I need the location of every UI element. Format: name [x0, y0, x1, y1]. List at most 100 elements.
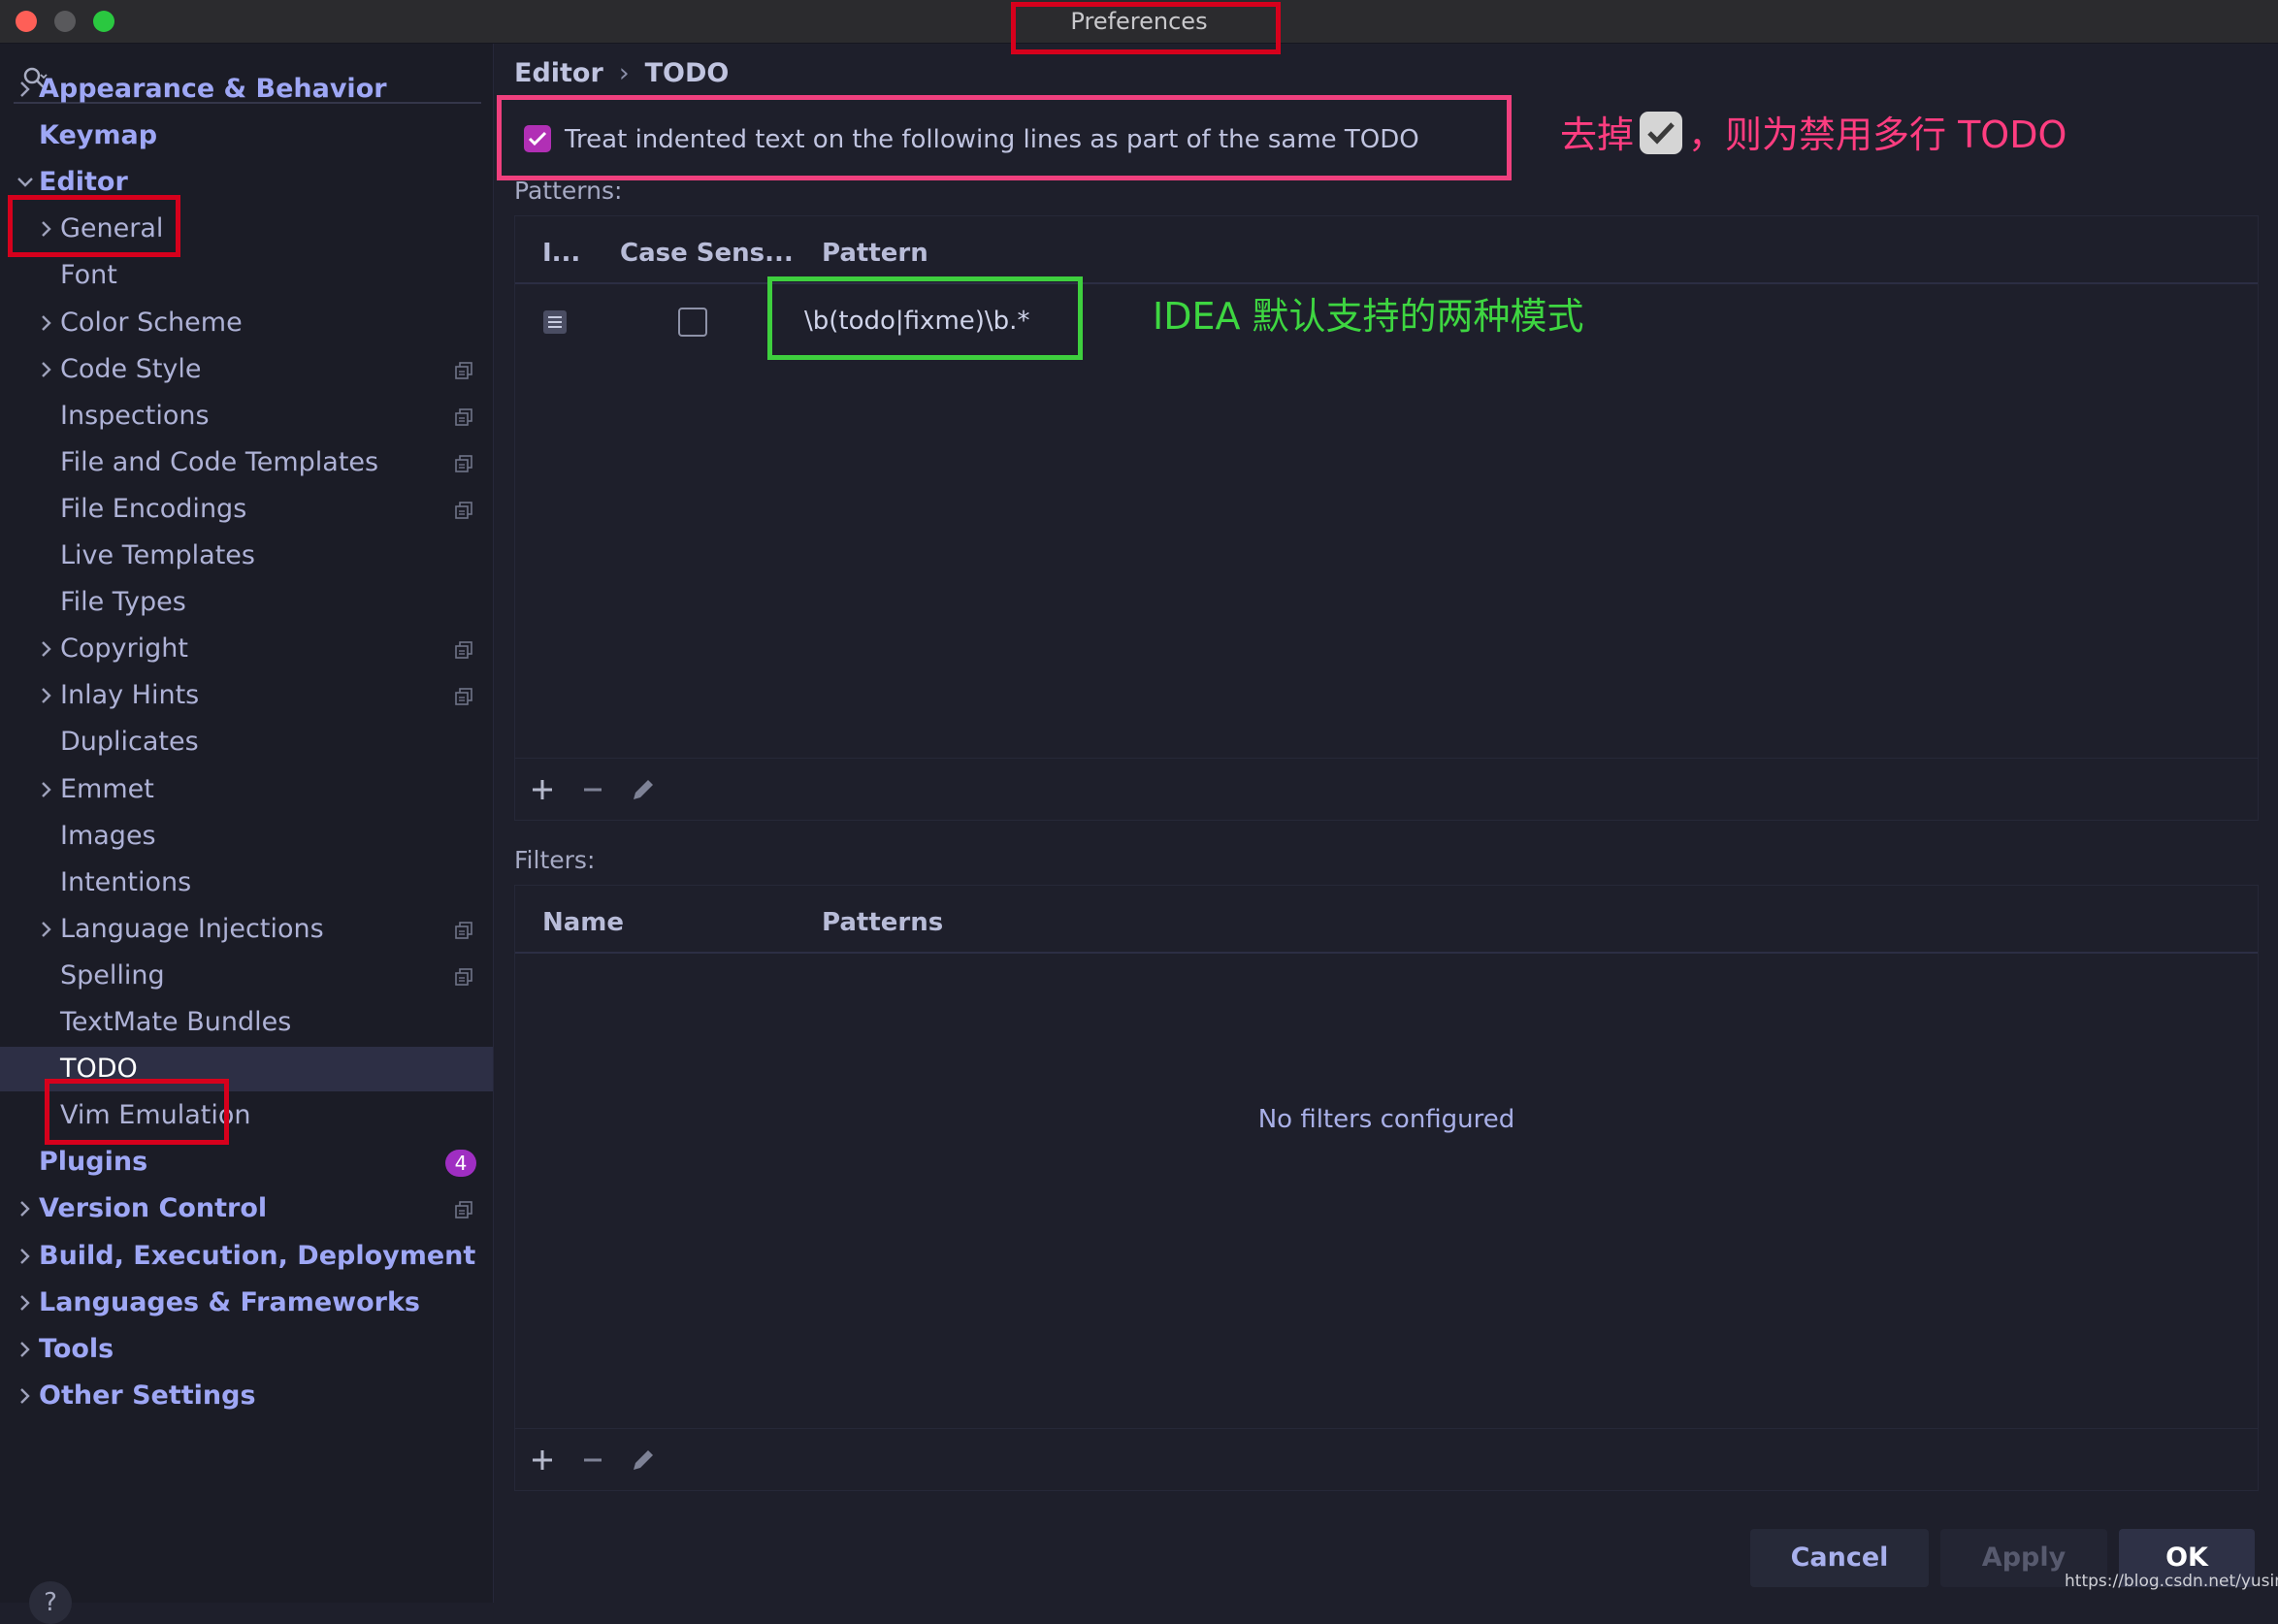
sidebar-item-intentions[interactable]: Intentions	[0, 861, 493, 905]
add-filter-button[interactable]	[525, 1443, 560, 1478]
project-settings-icon	[455, 968, 472, 986]
watermark: https://blog.csdn.net/yusimiao	[2065, 1572, 2278, 1591]
sidebar-item-spelling[interactable]: Spelling	[0, 954, 493, 998]
project-settings-icon	[455, 454, 472, 472]
project-settings-icon	[455, 502, 472, 519]
help-button[interactable]: ?	[29, 1581, 72, 1624]
project-settings-icon	[455, 688, 472, 706]
sidebar-item-emmet[interactable]: Emmet	[0, 767, 493, 812]
sidebar-item-tools[interactable]: Tools	[0, 1327, 493, 1372]
sidebar-item-label: Version Control	[39, 1193, 268, 1224]
sidebar-item-keymap[interactable]: Keymap	[0, 114, 493, 158]
sidebar-item-language-injections[interactable]: Language Injections	[0, 907, 493, 952]
sidebar-item-label: Emmet	[60, 773, 154, 804]
case-sensitive-checkbox[interactable]	[678, 308, 707, 337]
annotation-box-multiline	[497, 95, 1512, 180]
sidebar-item-label: Plugins	[39, 1147, 148, 1178]
sidebar-item-file-and-code-templates[interactable]: File and Code Templates	[0, 440, 493, 485]
remove-pattern-button[interactable]	[575, 772, 610, 807]
sidebar-item-label: TextMate Bundles	[60, 1007, 292, 1037]
add-pattern-button[interactable]	[525, 772, 560, 807]
empty-state-text: No filters configured	[1257, 1105, 1515, 1134]
sidebar-item-other-settings[interactable]: Other Settings	[0, 1374, 493, 1418]
chevron-right-icon[interactable]	[14, 1197, 37, 1220]
annotation-box-editor	[8, 195, 180, 257]
plugins-update-badge: 4	[445, 1150, 476, 1178]
sidebar-item-label: Other Settings	[39, 1380, 256, 1411]
sidebar-item-copyright[interactable]: Copyright	[0, 627, 493, 671]
sidebar-item-label: Spelling	[60, 959, 165, 991]
annotation-box-pattern	[767, 276, 1083, 360]
settings-sidebar: Appearance & Behavior Keymap Editor General…	[0, 44, 494, 1624]
sidebar-item-label: Language Injections	[60, 913, 324, 944]
sidebar-item-label: Appearance & Behavior	[39, 74, 387, 104]
sidebar-item-code-style[interactable]: Code Style	[0, 347, 493, 392]
project-settings-icon	[455, 407, 472, 426]
edit-filter-button[interactable]	[626, 1443, 661, 1478]
column-header-name[interactable]: Name	[542, 905, 624, 940]
sidebar-item-inlay-hints[interactable]: Inlay Hints	[0, 673, 493, 718]
sidebar-item-plugins[interactable]: Plugins 4	[0, 1140, 493, 1185]
chevron-right-icon[interactable]	[35, 918, 58, 941]
filters-table: Name Patterns No filters configured	[514, 885, 2259, 1491]
chevron-right-icon[interactable]	[14, 78, 37, 101]
chevron-down-icon[interactable]	[14, 171, 37, 194]
chevron-right-icon[interactable]	[14, 1291, 37, 1315]
column-header-case-sensitive[interactable]: Case Sens...	[620, 236, 794, 271]
sidebar-item-label: Inlay Hints	[60, 680, 200, 711]
sidebar-item-label: Font	[60, 260, 117, 291]
sidebar-item-textmate-bundles[interactable]: TextMate Bundles	[0, 1000, 493, 1045]
sidebar-item-images[interactable]: Images	[0, 814, 493, 859]
sidebar-item-label: Languages & Frameworks	[39, 1286, 421, 1317]
sidebar-item-label: Tools	[39, 1333, 114, 1364]
breadcrumb-parent[interactable]: Editor	[514, 54, 603, 93]
filters-label: Filters:	[514, 846, 596, 874]
edit-pattern-button[interactable]	[626, 772, 661, 807]
sidebar-item-file-types[interactable]: File Types	[0, 580, 493, 625]
sidebar-item-inspections[interactable]: Inspections	[0, 394, 493, 438]
sidebar-item-font[interactable]: Font	[0, 253, 493, 298]
sidebar-item-label: Build, Execution, Deployment	[39, 1240, 476, 1271]
breadcrumb: Editor › TODO	[514, 54, 729, 93]
chevron-right-icon[interactable]	[35, 637, 58, 661]
chevron-right-icon[interactable]	[14, 1384, 37, 1408]
sidebar-item-label: Duplicates	[60, 727, 199, 758]
chevron-right-icon[interactable]	[14, 1338, 37, 1361]
sidebar-item-label: File Encodings	[60, 493, 247, 524]
sidebar-item-label: Images	[60, 820, 156, 851]
sidebar-item-live-templates[interactable]: Live Templates	[0, 534, 493, 578]
column-header-patterns[interactable]: Patterns	[822, 905, 943, 940]
filters-toolbar	[515, 1428, 2258, 1491]
sidebar-item-version-control[interactable]: Version Control	[0, 1186, 493, 1231]
chevron-right-icon[interactable]	[35, 358, 58, 381]
project-settings-icon	[455, 921, 472, 939]
todo-pattern-icon	[543, 310, 567, 334]
patterns-label: Patterns:	[514, 177, 623, 205]
sidebar-item-color-scheme[interactable]: Color Scheme	[0, 301, 493, 345]
sidebar-item-appearance-behavior[interactable]: Appearance & Behavior	[0, 67, 493, 112]
chevron-right-icon[interactable]	[14, 1245, 37, 1268]
sidebar-item-file-encodings[interactable]: File Encodings	[0, 487, 493, 532]
sidebar-item-duplicates[interactable]: Duplicates	[0, 720, 493, 764]
sidebar-item-label: Inspections	[60, 400, 210, 431]
breadcrumb-separator-icon: ›	[618, 58, 630, 88]
sidebar-item-label: Intentions	[60, 866, 192, 897]
chevron-right-icon[interactable]	[35, 311, 58, 335]
sidebar-item-build-execution-deployment[interactable]: Build, Execution, Deployment	[0, 1234, 493, 1279]
breadcrumb-current: TODO	[644, 58, 730, 88]
sidebar-item-label: Live Templates	[60, 540, 255, 570]
sidebar-item-label: Keymap	[39, 120, 158, 151]
sidebar-item-label: Color Scheme	[60, 307, 243, 338]
chevron-right-icon[interactable]	[35, 778, 58, 801]
annotation-box-title	[1011, 2, 1281, 54]
column-header-icon[interactable]: I...	[542, 236, 580, 271]
patterns-toolbar	[515, 758, 2258, 821]
sidebar-item-label: Copyright	[60, 633, 188, 665]
column-header-pattern[interactable]: Pattern	[822, 236, 928, 271]
sidebar-item-languages-frameworks[interactable]: Languages & Frameworks	[0, 1281, 493, 1325]
remove-filter-button[interactable]	[575, 1443, 610, 1478]
annotation-note-prefix: 去掉	[1560, 113, 1635, 156]
chevron-right-icon[interactable]	[35, 684, 58, 707]
cancel-button[interactable]: Cancel	[1750, 1529, 1929, 1587]
sidebar-item-label: File Types	[60, 587, 186, 618]
